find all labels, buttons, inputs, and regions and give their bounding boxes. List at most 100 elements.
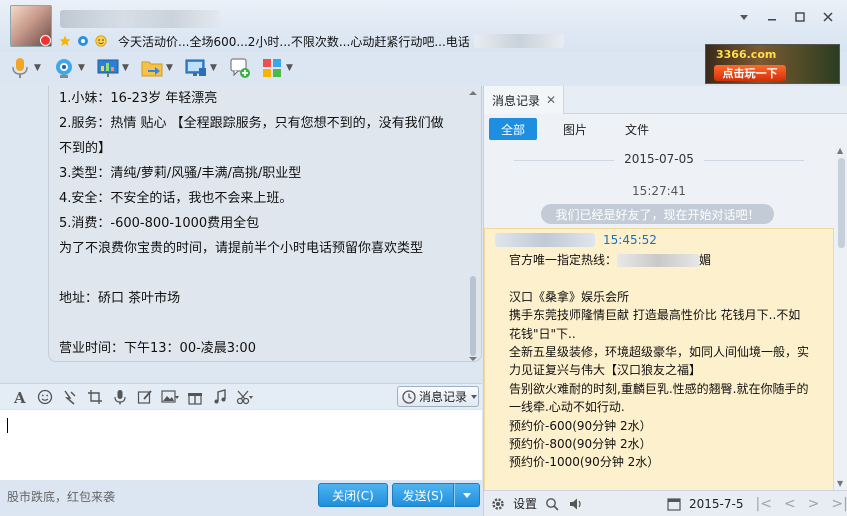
message-line: 1.小妹：16-23岁 年轻漂亮 — [59, 91, 218, 106]
hotline-line: 官方唯一指定热线： 媚 — [509, 251, 821, 269]
message-line: 5.消费：-600-800-1000费用全包 — [59, 216, 260, 231]
last-page-icon[interactable]: >| — [831, 496, 847, 512]
chat-scrollbar[interactable] — [466, 86, 480, 366]
record-scrollbar[interactable]: ▲ ▼ — [835, 144, 847, 490]
minimize-icon[interactable] — [761, 8, 783, 26]
chevron-down-icon[interactable]: ▼ — [78, 63, 88, 73]
close-icon[interactable] — [817, 8, 839, 26]
message-record-label: 消息记录 — [419, 390, 468, 404]
video-call-button[interactable]: ▼ — [52, 55, 88, 81]
message-time: 15:45:52 — [603, 233, 657, 247]
filter-tab[interactable]: 文件 — [613, 118, 661, 140]
status-badge — [40, 35, 51, 46]
scrollbar-thumb[interactable] — [838, 158, 845, 248]
filter-tab[interactable]: 图片 — [551, 118, 599, 140]
settings-label[interactable]: 设置 — [513, 495, 537, 512]
filter-tab[interactable]: 全部 — [489, 118, 538, 140]
screen-share-button[interactable]: ▼ — [96, 55, 132, 81]
signature-text: 今天活动价...全场600...2小时...不限次数...心动赶紧行动吧...电… — [118, 34, 470, 49]
tab-message-record[interactable]: 消息记录 ✕ — [484, 86, 564, 114]
message-content-line: 预约价-600(90分钟 2水） — [509, 418, 652, 433]
message-content: 官方唯一指定热线： 媚 汉口《桑拿》娱乐会所 携手东莞技师隆情巨献 打造最高性价比 … — [509, 251, 821, 490]
prev-page-icon[interactable]: < — [784, 496, 796, 512]
webcam-icon — [52, 56, 76, 80]
maximize-icon[interactable] — [789, 8, 811, 26]
emoji-icon[interactable] — [35, 387, 55, 407]
message-content-line: 汉口《桑拿》娱乐会所 — [509, 289, 630, 304]
phone-blurred — [617, 254, 700, 267]
next-page-icon[interactable]: > — [808, 496, 820, 512]
message-line: 2.服务：热情 贴心 【全程跟踪服务，只有您想不到的，没有我们做 — [59, 116, 444, 131]
message-record-button[interactable]: 消息记录 — [397, 386, 479, 407]
chevron-down-icon[interactable]: ▼ — [34, 63, 44, 73]
font-icon[interactable]: A — [10, 387, 30, 407]
tab-label: 消息记录 — [492, 93, 541, 108]
signature-blurred — [473, 34, 564, 48]
scroll-up-icon — [469, 91, 477, 95]
remote-desktop-button[interactable]: ▼ — [184, 55, 220, 81]
apps-button[interactable]: ▼ — [260, 55, 296, 81]
ad-banner[interactable]: 3366.com 点击玩一下 — [705, 44, 840, 84]
ad-play-button[interactable]: 点击玩一下 — [714, 65, 786, 81]
gift-icon[interactable] — [185, 387, 205, 407]
nudge-icon[interactable] — [60, 387, 80, 407]
chevron-down-icon[interactable]: ▼ — [122, 63, 132, 73]
menu-chevron-icon[interactable] — [733, 8, 755, 26]
microphone-icon — [8, 56, 32, 80]
clock-icon — [402, 389, 416, 404]
promo-hint[interactable]: 股市跌底，红包来袭 — [7, 488, 115, 505]
face-icon[interactable] — [94, 34, 108, 48]
message-line: 3.类型：清纯/萝莉/风骚/丰满/高挑/职业型 — [59, 166, 302, 181]
message-content-line: 全新五星级装修，环境超级豪华，如同人间仙境一般，实 — [509, 345, 810, 360]
send-options-button[interactable] — [454, 483, 480, 507]
bottom-bar: 股市跌底，红包来袭 关闭(C) 发送(S) — [0, 480, 482, 516]
message-bubble: 1.小妹：16-23岁 年轻漂亮 2.服务：热情 贴心 【全程跟踪服务，只有您想不… — [48, 86, 482, 362]
edit-icon[interactable] — [135, 387, 155, 407]
close-icon[interactable]: ✕ — [546, 93, 556, 107]
music-icon[interactable] — [210, 387, 230, 407]
create-discussion-button[interactable] — [228, 55, 252, 81]
svg-text:A: A — [13, 389, 26, 405]
message-input[interactable] — [0, 410, 482, 480]
search-icon[interactable] — [543, 495, 561, 513]
file-transfer-button[interactable]: ▼ — [140, 55, 176, 81]
gear-icon[interactable] — [489, 495, 507, 513]
presentation-icon — [96, 56, 120, 80]
message-line: 4.安全：不安全的话，我也不会来上班。 — [59, 191, 293, 206]
voice-call-button[interactable]: ▼ — [8, 55, 44, 81]
scroll-up-icon[interactable]: ▲ — [837, 146, 843, 155]
record-message: 15:45:52 官方唯一指定热线： 媚 汉口《桑拿》娱乐会所 携手东莞技师隆情巨献… — [484, 228, 834, 490]
close-button[interactable]: 关闭(C) — [318, 483, 388, 507]
chat-history: 1.小妹：16-23岁 年轻漂亮 2.服务：热情 贴心 【全程跟踪服务，只有您想不… — [0, 86, 482, 382]
record-filters: 全部 图片 文件 — [484, 114, 847, 144]
folder-transfer-icon — [140, 56, 164, 80]
scroll-down-icon[interactable]: ▼ — [837, 479, 843, 488]
message-content-line: 花钱"日"下.. — [509, 326, 576, 341]
panel-tabbar: 消息记录 ✕ — [484, 86, 847, 114]
star-icon[interactable] — [58, 34, 72, 48]
chevron-down-icon — [463, 493, 471, 498]
screenshot-icon[interactable] — [85, 387, 105, 407]
sender-name-blurred — [495, 233, 595, 247]
scissors-icon[interactable] — [235, 387, 255, 407]
circle-icon[interactable] — [76, 34, 90, 48]
message-content-line: 一线牵.心动不如行动. — [509, 400, 625, 415]
message-line — [59, 261, 471, 286]
voice-message-icon[interactable] — [110, 387, 130, 407]
first-page-icon[interactable]: |< — [755, 496, 771, 512]
add-chat-icon — [228, 56, 252, 80]
calendar-icon[interactable] — [665, 495, 683, 513]
scroll-down-icon — [469, 357, 477, 361]
chevron-down-icon[interactable]: ▼ — [166, 63, 176, 73]
send-button[interactable]: 发送(S) — [392, 483, 454, 507]
scrollbar-thumb[interactable] — [470, 276, 476, 356]
speaker-icon[interactable] — [567, 495, 585, 513]
footer-date[interactable]: 2015-7-5 — [689, 497, 743, 511]
chevron-down-icon[interactable]: ▼ — [210, 63, 220, 73]
message-line: 地址：硚口 茶叶市场 — [59, 291, 181, 306]
message-line — [59, 311, 471, 336]
text-caret — [7, 418, 8, 433]
image-icon[interactable] — [160, 387, 180, 407]
chevron-down-icon[interactable]: ▼ — [286, 63, 296, 73]
message-content-line: 力见证复兴与伟大【汉口狼友之福】 — [509, 363, 702, 378]
